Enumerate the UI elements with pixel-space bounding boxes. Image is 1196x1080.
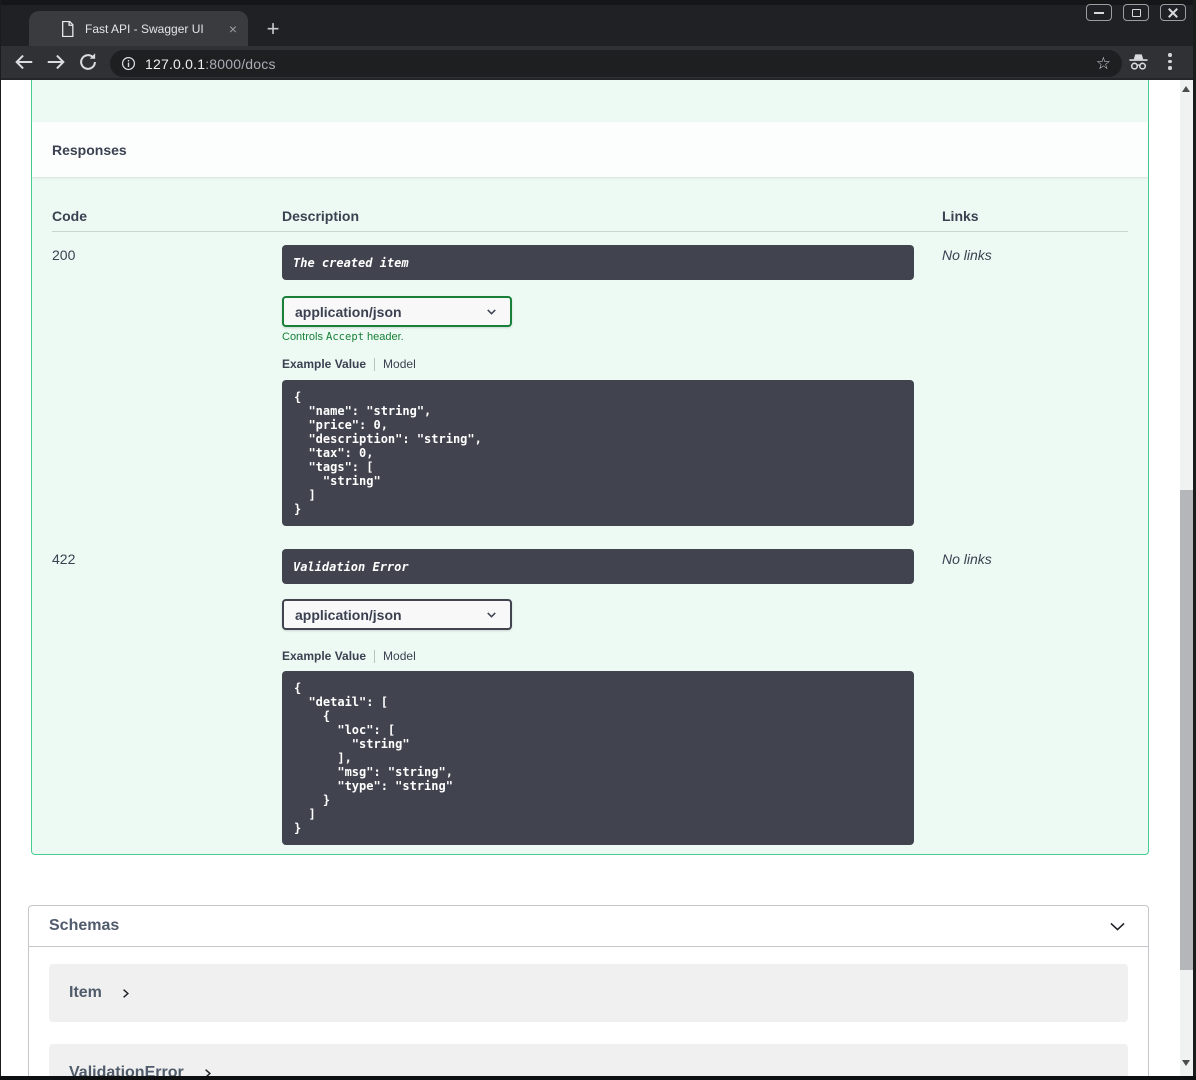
forward-button[interactable] (45, 51, 67, 73)
schemas-title: Schemas (49, 917, 120, 934)
close-button[interactable] (1160, 4, 1186, 21)
incognito-icon (1127, 51, 1150, 77)
schema-model-validationerror[interactable]: ValidationError (49, 1044, 1128, 1076)
responses-table-head: Code Description Links (52, 177, 1128, 232)
chevron-down-icon[interactable] (1107, 916, 1128, 937)
opblock-panel: Responses Code Description Links 200 The… (31, 80, 1149, 855)
example-json-block: { "detail": [ { "loc": [ "string" ], "ms… (282, 671, 914, 845)
minimize-icon (1094, 11, 1104, 14)
page-content: Responses Code Description Links 200 The… (1, 80, 1193, 1076)
media-type-select[interactable]: application/json (282, 296, 512, 327)
example-model-tabs: Example Value Model (282, 649, 942, 663)
response-row-422: 422 Validation Error application/json Ex… (52, 536, 1128, 845)
col-header-links: Links (942, 208, 979, 224)
url-text: 127.0.0.1:8000/docs (145, 55, 276, 72)
tab-close-icon[interactable]: × (229, 22, 237, 36)
example-json-block: { "name": "string", "price": 0, "descrip… (282, 380, 914, 526)
scrollbar-thumb[interactable] (1180, 490, 1193, 970)
response-description: The created item (282, 245, 914, 280)
response-links: No links (942, 551, 992, 567)
site-info-icon[interactable] (121, 56, 136, 71)
chevron-down-icon (487, 309, 496, 315)
maximize-icon (1131, 8, 1141, 17)
window-controls (1086, 4, 1186, 21)
page-favicon-icon (61, 20, 74, 37)
schemas-section: Schemas Item ValidationError (28, 905, 1149, 1076)
close-icon (1168, 8, 1178, 18)
title-bar: Fast API - Swagger UI × + (0, 0, 1196, 46)
browser-tab[interactable]: Fast API - Swagger UI × (29, 11, 248, 46)
responses-section-header: Responses (32, 122, 1148, 177)
chevron-down-icon (487, 612, 496, 618)
accept-header-note: Controls Accept header. (282, 331, 404, 343)
col-header-description: Description (282, 208, 360, 224)
browser-window: Fast API - Swagger UI × + 127.0.0.1:8000… (0, 0, 1196, 1080)
bookmark-star-icon[interactable]: ☆ (1096, 52, 1111, 75)
schema-model-item[interactable]: Item (49, 964, 1128, 1022)
schemas-header[interactable]: Schemas (29, 906, 1148, 947)
back-button[interactable] (13, 51, 35, 73)
example-model-tabs: Example Value Model (282, 357, 942, 371)
address-bar[interactable]: 127.0.0.1:8000/docs ☆ (110, 50, 1122, 77)
chevron-right-icon[interactable] (201, 1067, 214, 1076)
chevron-right-icon[interactable] (119, 987, 132, 1000)
tab-example-value[interactable]: Example Value (282, 357, 366, 371)
maximize-button[interactable] (1123, 4, 1149, 21)
response-code: 422 (52, 551, 76, 567)
minimize-button[interactable] (1086, 4, 1112, 21)
tab-example-value[interactable]: Example Value (282, 649, 366, 663)
browser-menu-icon[interactable] (1168, 53, 1172, 73)
reload-button[interactable] (77, 51, 99, 73)
tab-separator (374, 357, 376, 371)
scroll-up-icon[interactable] (1182, 86, 1190, 92)
response-code: 200 (52, 247, 76, 263)
new-tab-button[interactable]: + (258, 14, 288, 44)
responses-table: Code Description Links 200 The created i… (52, 177, 1128, 845)
col-header-code: Code (52, 208, 87, 224)
response-row-200: 200 The created item application/json Co… (52, 232, 1128, 526)
tab-model[interactable]: Model (383, 357, 416, 371)
scroll-down-icon[interactable] (1182, 1060, 1190, 1066)
media-type-select[interactable]: application/json (282, 599, 512, 630)
tab-model[interactable]: Model (383, 649, 416, 663)
responses-title: Responses (52, 141, 127, 158)
response-links: No links (942, 247, 992, 263)
tab-title: Fast API - Swagger UI (85, 21, 204, 36)
tab-separator (374, 649, 376, 663)
page-scrollbar[interactable] (1180, 80, 1193, 1076)
response-description: Validation Error (282, 549, 914, 584)
